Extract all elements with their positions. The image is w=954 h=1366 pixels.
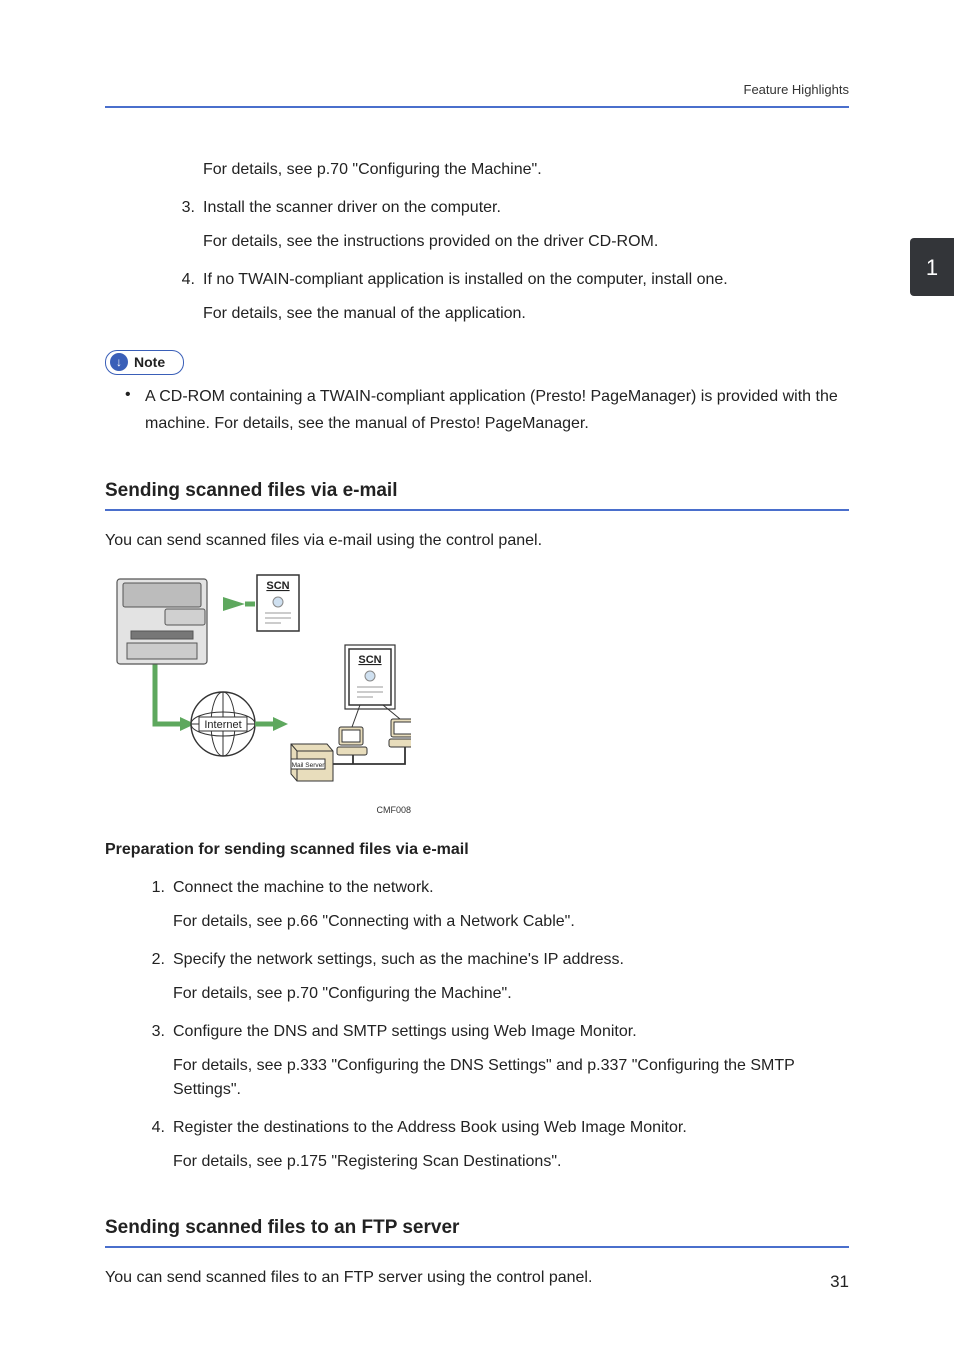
step-detail: For details, see p.333 "Configuring the …	[173, 1054, 849, 1102]
computer-icon	[337, 727, 367, 755]
internet-globe-icon: Internet	[191, 692, 255, 756]
header-rule: Feature Highlights	[105, 80, 849, 108]
step-detail: For details, see p.66 "Connecting with a…	[173, 910, 849, 934]
section-heading-email: Sending scanned files via e-mail	[105, 477, 849, 512]
section-heading-ftp: Sending scanned files to an FTP server	[105, 1214, 849, 1249]
scan-doc-icon: SCN	[349, 649, 391, 705]
step-number: 4.	[145, 1116, 173, 1140]
note-bullet: • A CD-ROM containing a TWAIN-compliant …	[125, 383, 849, 437]
step-text: If no TWAIN-compliant application is ins…	[203, 268, 849, 292]
page-number: 31	[830, 1269, 849, 1295]
step-item: 1. Connect the machine to the network.	[145, 876, 849, 900]
internet-label: Internet	[204, 719, 241, 731]
step-detail-prev: For details, see p.70 "Configuring the M…	[203, 158, 849, 182]
header-section-label: Feature Highlights	[105, 80, 849, 100]
scn-label: SCN	[358, 654, 381, 666]
step-item: 2. Specify the network settings, such as…	[145, 948, 849, 972]
step-text: Install the scanner driver on the comput…	[203, 196, 849, 220]
step-text: Register the destinations to the Address…	[173, 1116, 849, 1140]
step-item: 4. Register the destinations to the Addr…	[145, 1116, 849, 1140]
step-text: Specify the network settings, such as th…	[173, 948, 849, 972]
step-detail: For details, see the instructions provid…	[203, 230, 849, 254]
step-item: 3. Install the scanner driver on the com…	[175, 196, 849, 220]
note-badge: ↓ Note	[105, 350, 184, 375]
scn-label: SCN	[266, 580, 289, 592]
arrow-down-icon: ↓	[110, 353, 128, 371]
step-number: 3.	[145, 1020, 173, 1044]
step-detail: For details, see p.175 "Registering Scan…	[173, 1150, 849, 1174]
step-item: 4. If no TWAIN-compliant application is …	[175, 268, 849, 292]
prep-heading-email: Preparation for sending scanned files vi…	[105, 838, 849, 862]
step-number: 2.	[145, 948, 173, 972]
computer-icon	[389, 719, 411, 747]
mail-server-icon: Mail Server	[291, 744, 333, 781]
diagram-id-caption: CMF008	[105, 804, 411, 818]
step-text: Configure the DNS and SMTP settings usin…	[173, 1020, 849, 1044]
note-label: Note	[134, 352, 165, 373]
section-intro-ftp: You can send scanned files to an FTP ser…	[105, 1266, 849, 1290]
step-number: 3.	[175, 196, 203, 220]
printer-icon	[117, 579, 207, 664]
note-text: A CD-ROM containing a TWAIN-compliant ap…	[145, 383, 849, 437]
step-item: 3. Configure the DNS and SMTP settings u…	[145, 1020, 849, 1044]
step-text: Connect the machine to the network.	[173, 876, 849, 900]
mail-server-label: Mail Server	[292, 762, 326, 769]
bullet-dot-icon: •	[125, 383, 145, 437]
step-detail: For details, see p.70 "Configuring the M…	[173, 982, 849, 1006]
step-number: 4.	[175, 268, 203, 292]
section-intro-email: You can send scanned files via e-mail us…	[105, 529, 849, 553]
step-number: 1.	[145, 876, 173, 900]
scan-doc-icon: SCN	[257, 575, 299, 631]
diagram-scan-email: SCN Internet	[105, 569, 849, 818]
step-detail: For details, see the manual of the appli…	[203, 302, 849, 326]
